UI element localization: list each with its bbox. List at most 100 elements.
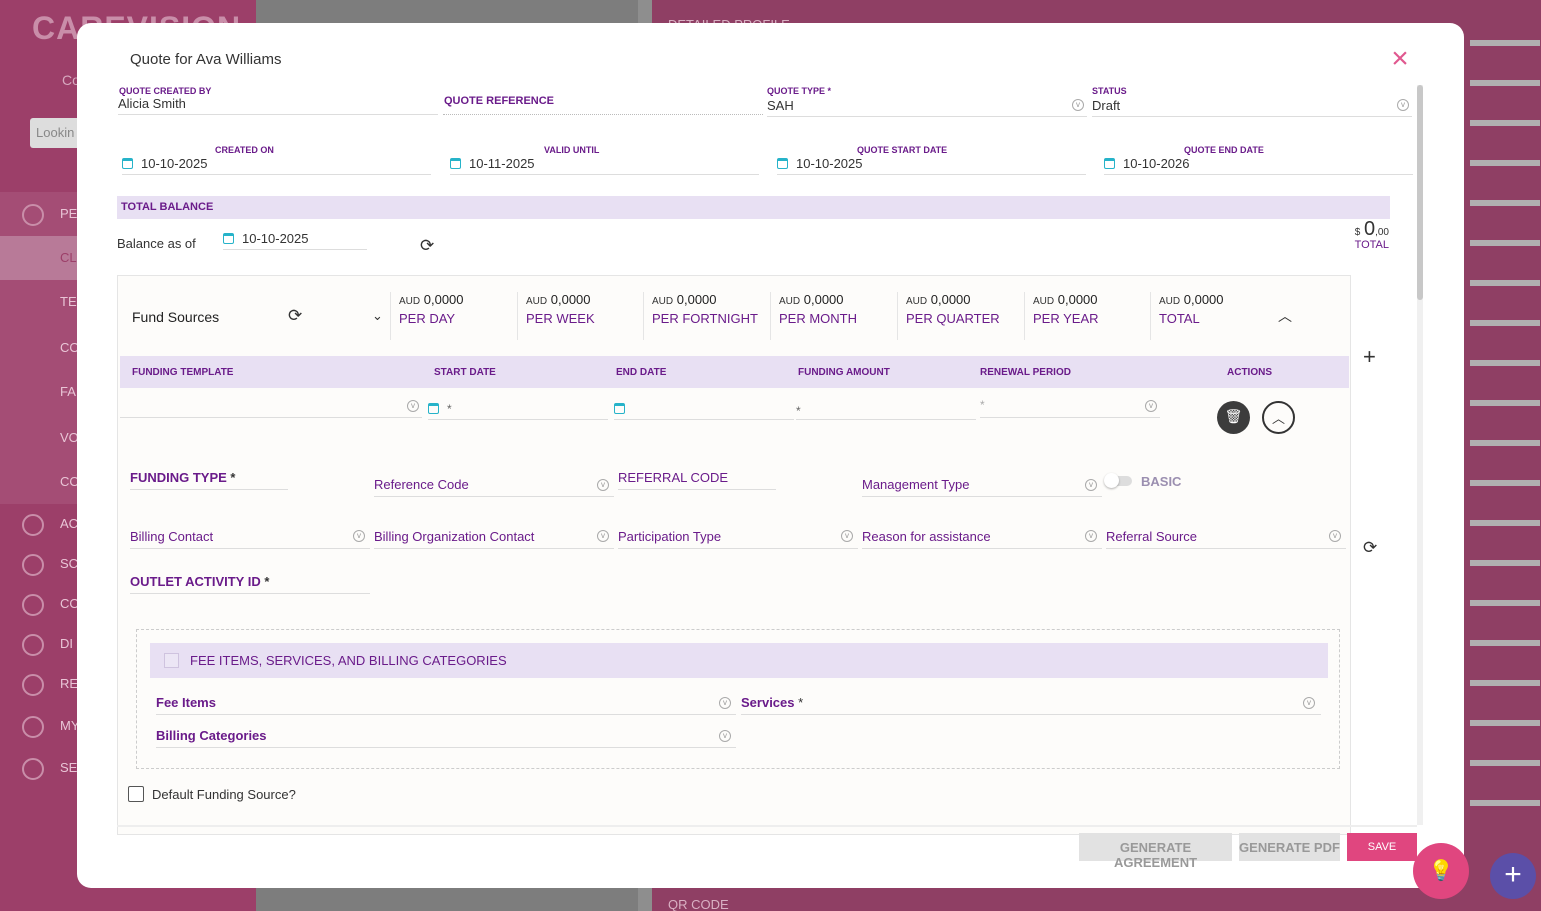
reference-code-select[interactable]: Reference Code — [374, 471, 614, 497]
add-fab-icon[interactable]: + — [1490, 853, 1536, 899]
balance-date-value: 10-10-2025 — [242, 231, 309, 246]
billing-categories-select[interactable]: Billing Categories — [156, 722, 736, 748]
end-date-input[interactable] — [614, 396, 794, 420]
chevron-down-icon[interactable]: v — [719, 730, 731, 742]
fee-section-toggle-icon[interactable] — [164, 653, 179, 668]
funding-table-header: FUNDING TEMPLATE START DATE END DATE FUN… — [120, 356, 1349, 388]
participation-type-label: Participation Type — [618, 529, 722, 544]
valid-until-field[interactable]: 10-11-2025 — [450, 151, 759, 175]
participation-type-select[interactable]: Participation Type — [618, 523, 858, 549]
quote-reference-input[interactable] — [443, 91, 763, 115]
default-funding-source-checkbox[interactable] — [128, 786, 144, 802]
created-on-field[interactable]: 10-10-2025 — [122, 151, 431, 175]
background-stripe — [1470, 640, 1540, 646]
column-header: END DATE — [616, 367, 667, 378]
modal-title: Quote for Ava Williams — [130, 51, 282, 68]
background-stripe — [1470, 440, 1540, 446]
referral-source-select[interactable]: Referral Source — [1106, 523, 1346, 549]
people-icon — [22, 204, 44, 226]
required-marker: * — [980, 398, 985, 412]
total-value: 0 — [1363, 218, 1376, 240]
chevron-down-icon[interactable]: v — [719, 697, 731, 709]
collapse-row-icon[interactable]: ︿ — [1262, 401, 1295, 434]
chevron-down-icon[interactable]: v — [1085, 479, 1097, 491]
chevron-down-icon[interactable]: v — [1072, 99, 1084, 111]
quote-end-date-field[interactable]: 10-10-2026 — [1104, 151, 1413, 175]
close-icon[interactable]: × — [1387, 44, 1413, 74]
generate-agreement-button[interactable]: GENERATE AGREEMENT — [1079, 833, 1232, 870]
referral-code-input[interactable]: REFERRAL CODE — [618, 464, 776, 490]
background-menu-item: SC — [60, 556, 79, 571]
refresh-fund-icon[interactable]: ⟳ — [1363, 538, 1377, 558]
renewal-period-select[interactable]: * — [980, 394, 1160, 418]
services-select[interactable]: Services * — [741, 689, 1321, 715]
lightbulb-icon[interactable]: 💡 — [1413, 843, 1469, 899]
basic-toggle[interactable] — [1104, 473, 1132, 488]
total-amount: $ 0,00 TOTAL — [1347, 218, 1389, 251]
chevron-down-icon[interactable]: v — [1145, 400, 1157, 412]
collapse-summary-icon[interactable]: ︿ — [1278, 306, 1292, 326]
background-stripe — [1470, 800, 1540, 806]
summary-per-quarter: AUD 0,0000 PER QUARTER — [897, 292, 1023, 340]
funding-template-select[interactable] — [120, 394, 422, 418]
summary-per-fortnight: AUD 0,0000 PER FORTNIGHT — [643, 292, 769, 340]
created-by-field[interactable]: Alicia Smith — [118, 91, 438, 115]
background-stripe — [1470, 560, 1540, 566]
summary-per-day: AUD 0,0000 PER DAY — [390, 292, 516, 340]
gear-icon — [22, 758, 44, 780]
background-menu-item: AC — [60, 516, 79, 531]
chevron-down-icon[interactable]: v — [407, 400, 419, 412]
chevron-down-icon[interactable]: v — [1085, 530, 1097, 542]
start-date-input[interactable]: * — [428, 396, 608, 420]
reason-for-assistance-select[interactable]: Reason for assistance — [862, 523, 1102, 549]
summary-value: 0,0000 — [676, 292, 717, 307]
background-stripe — [1470, 120, 1540, 126]
delete-icon[interactable]: 🗑 — [1217, 401, 1250, 434]
funding-type-field[interactable]: FUNDING TYPE * — [130, 464, 288, 490]
heart-icon — [22, 594, 44, 616]
quote-start-date-field[interactable]: 10-10-2025 — [777, 151, 1086, 175]
calendar-icon — [223, 233, 234, 244]
default-funding-source-label: Default Funding Source? — [152, 787, 296, 802]
column-header: RENEWAL PERIOD — [980, 367, 1071, 378]
chevron-down-icon[interactable]: v — [841, 530, 853, 542]
report-icon — [22, 674, 44, 696]
chevron-down-icon[interactable]: v — [597, 479, 609, 491]
chevron-down-icon[interactable]: ⌄ — [372, 308, 383, 324]
chevron-down-icon[interactable]: v — [597, 530, 609, 542]
billing-org-contact-select[interactable]: Billing Organization Contact — [374, 523, 614, 549]
required-marker: * — [447, 402, 452, 416]
chevron-down-icon[interactable]: v — [353, 530, 365, 542]
chevron-down-icon[interactable]: v — [1329, 530, 1341, 542]
required-marker: * — [264, 574, 270, 589]
fee-items-select[interactable]: Fee Items — [156, 689, 736, 715]
summary-per-week: AUD 0,0000 PER WEEK — [517, 292, 643, 340]
billing-contact-select[interactable]: Billing Contact — [130, 523, 370, 549]
services-label: Services — [741, 695, 795, 710]
required-marker: * — [796, 404, 801, 418]
quote-type-select[interactable]: SAH — [767, 93, 1087, 117]
quote-start-date-value: 10-10-2025 — [796, 156, 863, 171]
fee-section-title: FEE ITEMS, SERVICES, AND BILLING CATEGOR… — [190, 653, 507, 668]
summary-value: 0,0000 — [803, 292, 844, 307]
management-type-select[interactable]: Management Type — [862, 471, 1102, 497]
background-menu-item: FA — [60, 384, 76, 399]
chevron-down-icon[interactable]: v — [1303, 697, 1315, 709]
refresh-fund-sources-icon[interactable]: ⟳ — [288, 306, 302, 326]
summary-period: PER QUARTER — [906, 311, 1000, 326]
outlet-activity-id-field[interactable]: OUTLET ACTIVITY ID * — [130, 568, 370, 594]
balance-date-field[interactable]: 10-10-2025 — [223, 226, 367, 250]
chevron-down-icon[interactable]: v — [1397, 99, 1409, 111]
funding-amount-input[interactable]: * — [796, 396, 976, 420]
refresh-balance-icon[interactable]: ⟳ — [420, 236, 434, 256]
background-stripe — [1470, 480, 1540, 486]
generate-pdf-button[interactable]: GENERATE PDF — [1239, 833, 1340, 861]
scrollbar-thumb[interactable] — [1417, 85, 1423, 300]
add-funding-row-icon[interactable]: + — [1363, 344, 1376, 370]
summary-value: 0,0000 — [930, 292, 971, 307]
status-select[interactable]: Draft — [1092, 93, 1412, 117]
save-button[interactable]: SAVE — [1347, 833, 1417, 861]
background-stripe — [1470, 720, 1540, 726]
calendar-icon — [614, 403, 625, 414]
chat-icon — [22, 634, 44, 656]
